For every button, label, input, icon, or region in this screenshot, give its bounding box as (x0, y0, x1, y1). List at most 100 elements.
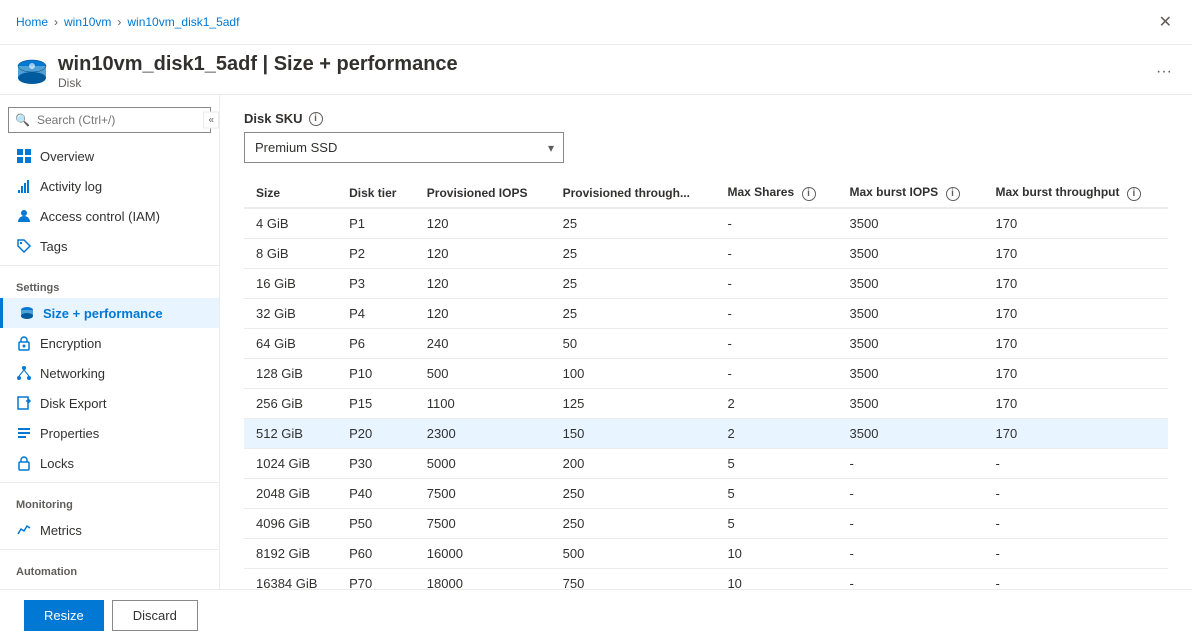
cell-tier: P15 (337, 388, 415, 418)
table-row[interactable]: 64 GiB P6 240 50 - 3500 170 (244, 328, 1168, 358)
cell-burst-iops: - (838, 508, 984, 538)
cell-burst-throughput: 170 (984, 208, 1169, 239)
cell-throughput: 125 (551, 388, 716, 418)
cell-size: 32 GiB (244, 298, 337, 328)
table-row[interactable]: 512 GiB P20 2300 150 2 3500 170 (244, 418, 1168, 448)
search-input[interactable] (8, 107, 211, 133)
sidebar-item-disk-export[interactable]: Disk Export (0, 388, 219, 418)
disk-sku-select[interactable]: Premium SSD Standard SSD Standard HDD Ul… (244, 132, 564, 163)
cell-max-shares: 10 (715, 568, 837, 589)
cell-iops: 1100 (415, 388, 551, 418)
cell-iops: 240 (415, 328, 551, 358)
burst-throughput-info-icon[interactable]: i (1127, 187, 1141, 201)
activity-icon (16, 178, 32, 194)
cell-iops: 120 (415, 208, 551, 239)
cell-iops: 120 (415, 298, 551, 328)
cell-max-shares: - (715, 238, 837, 268)
table-row[interactable]: 2048 GiB P40 7500 250 5 - - (244, 478, 1168, 508)
cell-max-shares: - (715, 268, 837, 298)
breadcrumb-vm[interactable]: win10vm (64, 15, 111, 29)
cell-burst-iops: 3500 (838, 328, 984, 358)
max-shares-info-icon[interactable]: i (802, 187, 816, 201)
sidebar-item-properties[interactable]: Properties (0, 418, 219, 448)
cell-burst-throughput: 170 (984, 418, 1169, 448)
table-row[interactable]: 4096 GiB P50 7500 250 5 - - (244, 508, 1168, 538)
cell-burst-iops: 3500 (838, 388, 984, 418)
disk-sku-info-icon[interactable]: i (309, 112, 323, 126)
cell-iops: 120 (415, 268, 551, 298)
cell-tier: P70 (337, 568, 415, 589)
cell-burst-iops: - (838, 568, 984, 589)
disk-sku-label: Disk SKU i (244, 111, 1168, 126)
discard-button[interactable]: Discard (112, 600, 198, 631)
sidebar-item-tasks[interactable]: Tasks (preview) (0, 582, 219, 589)
table-row[interactable]: 8192 GiB P60 16000 500 10 - - (244, 538, 1168, 568)
sidebar-item-encryption[interactable]: Encryption (0, 328, 219, 358)
table-row[interactable]: 16384 GiB P70 18000 750 10 - - (244, 568, 1168, 589)
more-options-button[interactable]: ··· (1152, 59, 1176, 85)
cell-throughput: 250 (551, 508, 716, 538)
sidebar-item-overview[interactable]: Overview (0, 141, 219, 171)
sidebar-item-label: Access control (IAM) (40, 209, 160, 224)
cell-tier: P10 (337, 358, 415, 388)
sidebar-item-iam[interactable]: Access control (IAM) (0, 201, 219, 231)
sidebar-item-metrics[interactable]: Metrics (0, 515, 219, 545)
cell-size: 8192 GiB (244, 538, 337, 568)
cell-tier: P40 (337, 478, 415, 508)
cell-tier: P50 (337, 508, 415, 538)
resize-button[interactable]: Resize (24, 600, 104, 631)
sidebar-item-activity-log[interactable]: Activity log (0, 171, 219, 201)
breadcrumb-disk[interactable]: win10vm_disk1_5adf (127, 15, 239, 29)
automation-section-label: Automation (0, 554, 219, 582)
cell-size: 128 GiB (244, 358, 337, 388)
cell-max-shares: 2 (715, 418, 837, 448)
cell-burst-iops: - (838, 478, 984, 508)
page-title: win10vm_disk1_5adf | Size + performance (58, 53, 458, 76)
sidebar-item-size-performance[interactable]: Size + performance (0, 298, 219, 328)
cell-max-shares: - (715, 358, 837, 388)
table-row[interactable]: 8 GiB P2 120 25 - 3500 170 (244, 238, 1168, 268)
sidebar-item-networking[interactable]: Networking (0, 358, 219, 388)
cell-size: 256 GiB (244, 388, 337, 418)
cell-tier: P3 (337, 268, 415, 298)
table-row[interactable]: 4 GiB P1 120 25 - 3500 170 (244, 208, 1168, 239)
cell-size: 512 GiB (244, 418, 337, 448)
sidebar-item-label: Activity log (40, 179, 102, 194)
cell-max-shares: 2 (715, 388, 837, 418)
cell-size: 16384 GiB (244, 568, 337, 589)
cell-tier: P2 (337, 238, 415, 268)
sidebar-item-label: Metrics (40, 523, 82, 538)
content-area: Disk SKU i Premium SSD Standard SSD Stan… (220, 95, 1192, 589)
disk-export-icon (16, 395, 32, 411)
sidebar-item-label: Overview (40, 149, 94, 164)
nav-divider (0, 265, 219, 266)
close-button[interactable]: ✕ (1155, 8, 1176, 36)
sidebar: 🔍 « Overview Activity log (0, 95, 220, 589)
breadcrumb-home[interactable]: Home (16, 15, 48, 29)
table-row[interactable]: 256 GiB P15 1100 125 2 3500 170 (244, 388, 1168, 418)
cell-tier: P6 (337, 328, 415, 358)
size-icon (19, 305, 35, 321)
cell-throughput: 25 (551, 238, 716, 268)
cell-throughput: 200 (551, 448, 716, 478)
cell-throughput: 25 (551, 268, 716, 298)
tags-icon (16, 238, 32, 254)
table-row[interactable]: 1024 GiB P30 5000 200 5 - - (244, 448, 1168, 478)
table-row[interactable]: 32 GiB P4 120 25 - 3500 170 (244, 298, 1168, 328)
cell-throughput: 25 (551, 208, 716, 239)
table-row[interactable]: 128 GiB P10 500 100 - 3500 170 (244, 358, 1168, 388)
cell-burst-throughput: 170 (984, 358, 1169, 388)
header-left: win10vm_disk1_5adf | Size + performance … (16, 53, 458, 90)
monitoring-section-label: Monitoring (0, 487, 219, 515)
sidebar-item-locks[interactable]: Locks (0, 448, 219, 478)
table-row[interactable]: 16 GiB P3 120 25 - 3500 170 (244, 268, 1168, 298)
sidebar-item-tags[interactable]: Tags (0, 231, 219, 261)
bottom-bar: Resize Discard (0, 589, 1192, 641)
cell-throughput: 750 (551, 568, 716, 589)
cell-iops: 5000 (415, 448, 551, 478)
burst-iops-info-icon[interactable]: i (946, 187, 960, 201)
sidebar-item-label: Tags (40, 239, 67, 254)
col-burst-throughput: Max burst throughput i (984, 179, 1169, 208)
collapse-button[interactable]: « (203, 112, 219, 129)
cell-burst-throughput: 170 (984, 298, 1169, 328)
